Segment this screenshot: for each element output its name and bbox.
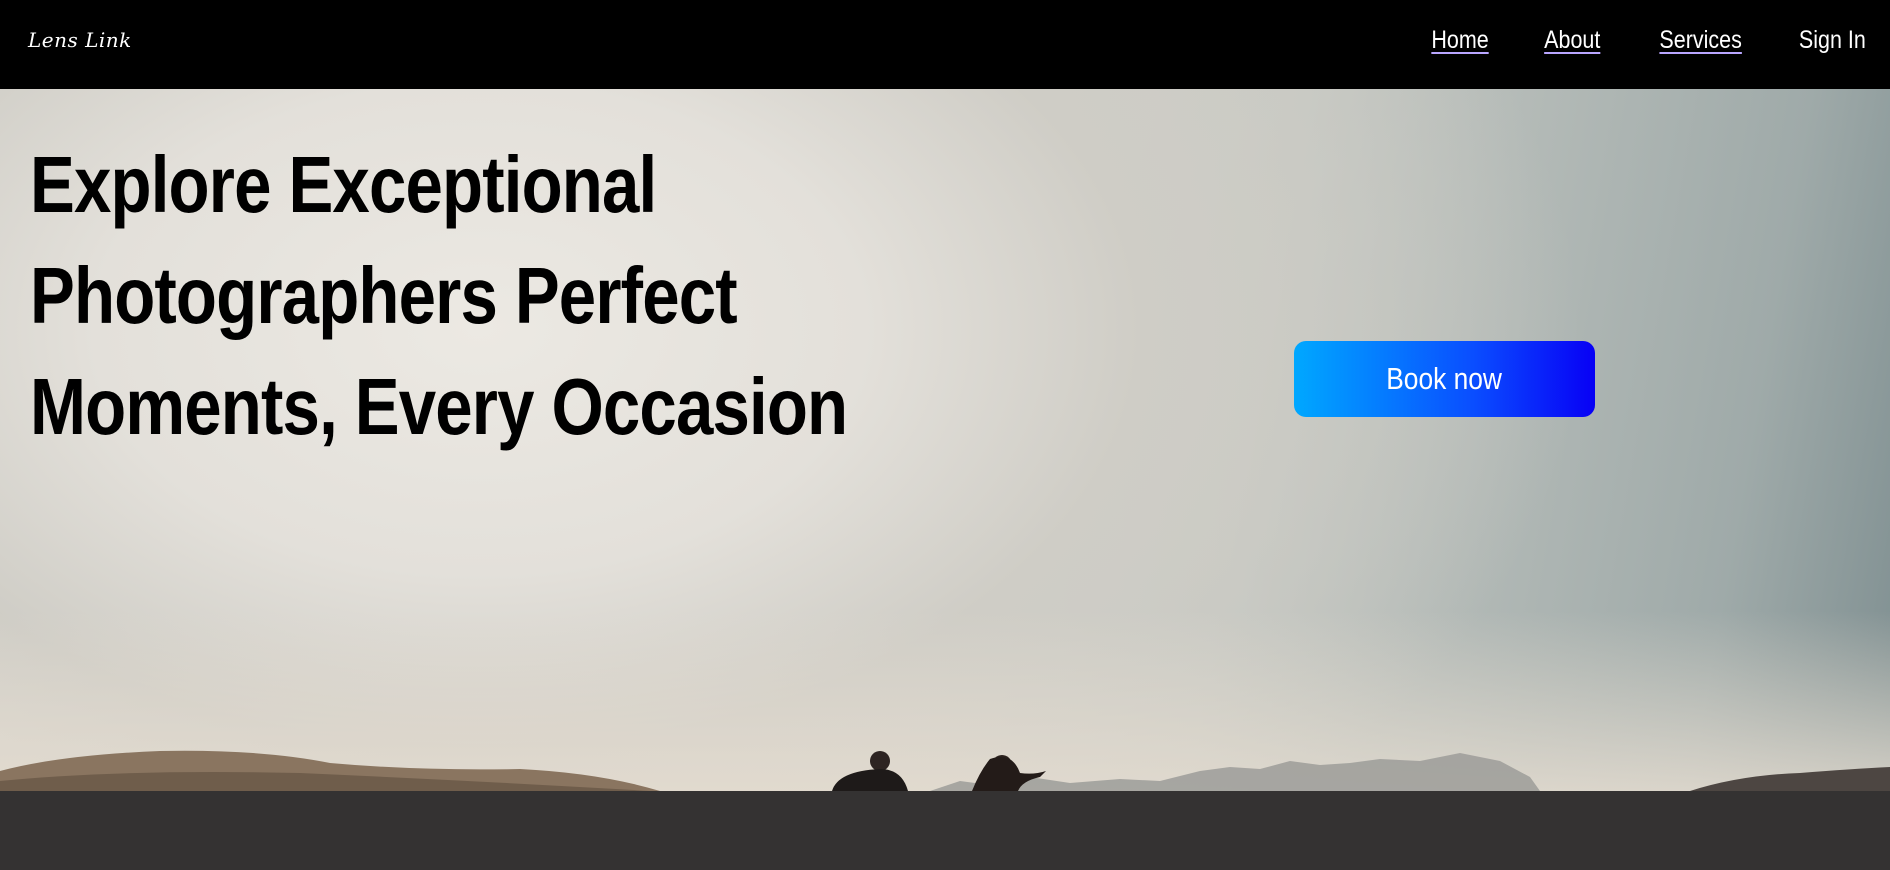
site-logo[interactable]: Lens Link xyxy=(28,28,132,52)
nav-link-home[interactable]: Home xyxy=(1432,26,1489,55)
navbar: Lens Link Home About Services Sign In xyxy=(0,0,1890,89)
nav-link-services[interactable]: Services xyxy=(1660,26,1742,55)
book-now-button[interactable]: Book now xyxy=(1294,341,1595,417)
main-nav: Home About Services Sign In xyxy=(1422,26,1866,55)
nav-link-sign-in[interactable]: Sign In xyxy=(1799,26,1866,55)
right-hill xyxy=(1690,767,1890,791)
bottom-section xyxy=(0,791,1890,870)
couple-silhouette xyxy=(832,751,1046,791)
hero-section: Explore Exceptional Photographers Perfec… xyxy=(0,89,1890,791)
nav-link-about[interactable]: About xyxy=(1544,26,1600,55)
hero-title-line: Moments, Every Occasion xyxy=(30,362,848,451)
hero-title-line: Photographers Perfect xyxy=(30,251,738,340)
book-now-label: Book now xyxy=(1386,361,1503,396)
hero-title-line: Explore Exceptional xyxy=(30,140,657,229)
hero-landscape-image xyxy=(0,750,1890,791)
hero-title: Explore Exceptional Photographers Perfec… xyxy=(30,129,848,462)
